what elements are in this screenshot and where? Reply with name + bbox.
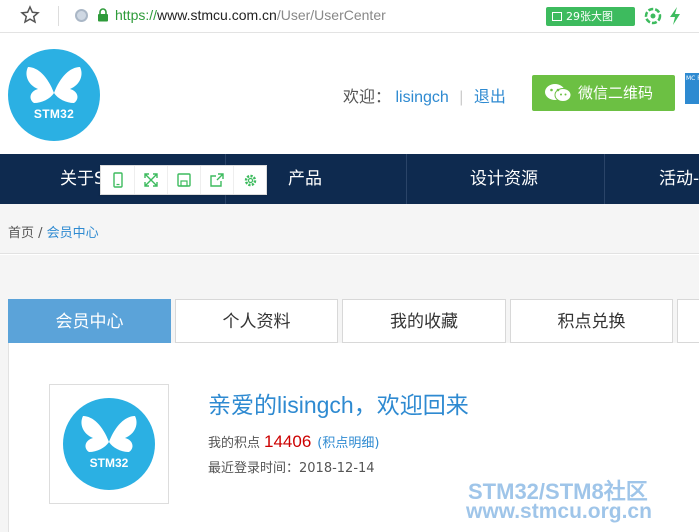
settings-gear-icon[interactable] [233,166,266,194]
url-path: /User/UserCenter [276,7,386,23]
welcome-separator: | [459,89,464,106]
stm32-logo[interactable]: STM32 [8,49,100,141]
site-info-icon[interactable] [75,9,88,22]
url-host: www.stmcu.com.cn [157,7,277,23]
breadcrumb: 首页 / 会员中心 [8,222,99,241]
wechat-qrcode-button[interactable]: 微信二维码 [532,75,675,111]
nav-item-design-resources[interactable]: 设计资源 [470,154,538,204]
bookmark-star-icon[interactable] [20,5,40,25]
wechat-icon [545,84,572,102]
tab-profile[interactable]: 个人资料 [175,299,338,343]
floating-toolbar [100,165,267,195]
fullscreen-icon[interactable] [134,166,167,194]
tab-more[interactable] [677,299,699,343]
tab-favorites[interactable]: 我的收藏 [342,299,506,343]
tab-points-exchange[interactable]: 积点兑换 [510,299,673,343]
avatar[interactable]: STM32 [49,384,169,504]
image-count-button[interactable]: 29张大图 [546,7,635,26]
logout-link[interactable]: 退出 [474,89,506,106]
points-label: 我的积点 [208,436,261,451]
breadcrumb-bar: 首页 / 会员中心 [0,204,699,254]
url-field[interactable]: https://www.stmcu.com.cn/User/UserCenter [115,7,386,23]
extension-flower-icon[interactable] [644,7,662,25]
username-link[interactable]: lisingch [395,89,448,106]
mobile-icon[interactable] [101,166,134,194]
points-detail-link[interactable]: (积点明细) [317,436,379,451]
avatar-logo-text: STM32 [89,456,129,470]
nav-divider [604,154,605,204]
breadcrumb-current[interactable]: 会员中心 [47,226,99,241]
points-value: 14406 [264,432,312,451]
last-login-time: 最近登录时间：2018-12-14 [208,461,375,476]
share-icon[interactable] [200,166,233,194]
nav-item-events[interactable]: 活动- [659,154,699,204]
image-count-label: 29张大图 [566,10,613,23]
lightning-icon[interactable] [667,6,683,26]
welcome-prefix: 欢迎： [343,89,392,106]
lock-icon[interactable] [97,8,109,22]
side-badge[interactable]: MC Fin [685,73,699,104]
butterfly-icon [81,416,137,452]
tab-member-center[interactable]: 会员中心 [8,299,171,343]
address-bar-divider [58,6,59,26]
welcome-bar: 欢迎： lisingch | 退出 [343,83,506,107]
url-scheme: https:// [115,7,158,23]
save-icon[interactable] [167,166,200,194]
nav-divider [406,154,407,204]
watermark-url: www.stmcu.org.cn [466,500,652,523]
browser-address-bar: https://www.stmcu.com.cn/User/UserCenter… [0,0,699,33]
greeting-heading: 亲爱的lisingch，欢迎回来 [208,392,469,418]
butterfly-icon [26,67,82,103]
breadcrumb-separator: / [34,226,47,241]
points-line: 我的积点 14406 (积点明细) [208,432,379,452]
logo-text: STM32 [33,107,75,121]
avatar-logo: STM32 [63,398,155,490]
wechat-button-label: 微信二维码 [578,84,654,102]
nav-item-about[interactable]: 关于S [60,154,105,204]
picture-icon [552,12,562,21]
site-header: STM32 欢迎： lisingch | 退出 微信二维码 MC Fin [0,33,699,154]
breadcrumb-home[interactable]: 首页 [8,226,34,241]
nav-item-products[interactable]: 产品 [288,154,322,204]
